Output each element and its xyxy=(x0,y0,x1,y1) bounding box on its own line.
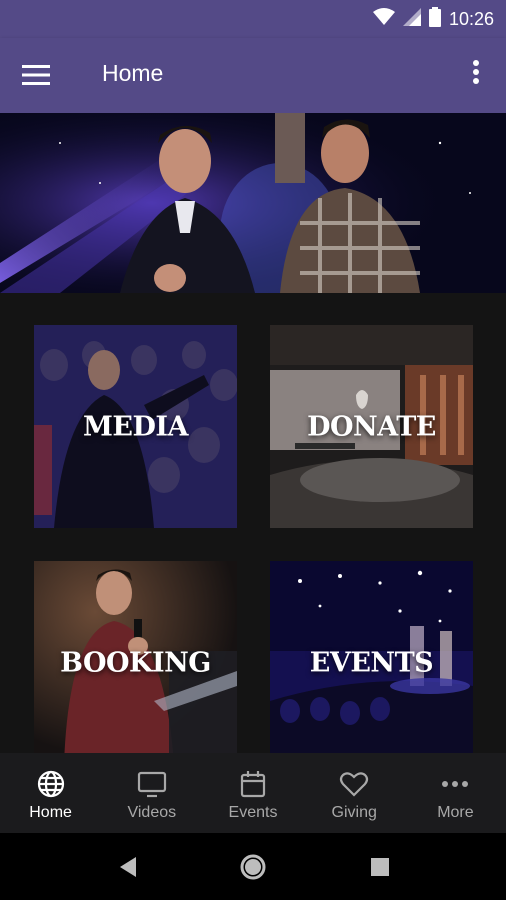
nav-item-giving[interactable]: Giving xyxy=(304,753,405,833)
tile-grid: MEDIA DONATE BOOKING EVENTS xyxy=(0,293,506,753)
media-tile[interactable]: MEDIA xyxy=(34,325,237,528)
app-bar: Home xyxy=(0,38,506,113)
more-dots-icon xyxy=(439,768,471,800)
status-time: 10:26 xyxy=(448,8,494,29)
wifi-icon xyxy=(372,8,395,30)
donate-tile[interactable]: DONATE xyxy=(270,325,473,528)
overflow-menu-icon[interactable] xyxy=(464,58,488,92)
calendar-icon xyxy=(237,768,269,800)
nav-item-more[interactable]: More xyxy=(405,753,506,833)
tv-icon xyxy=(136,768,168,800)
nav-label-events: Events xyxy=(228,804,278,821)
bottom-navigation: Home Videos Events Giving More xyxy=(0,753,506,833)
booking-tile-label: BOOKING xyxy=(60,647,211,678)
battery-icon xyxy=(428,7,441,31)
home-circle-icon[interactable] xyxy=(237,851,269,883)
nav-item-videos[interactable]: Videos xyxy=(101,753,202,833)
nav-label-giving: Giving xyxy=(331,804,377,821)
hero-banner xyxy=(0,113,506,293)
cellular-signal-icon xyxy=(402,8,421,30)
recents-icon[interactable] xyxy=(364,851,396,883)
donate-tile-label: DONATE xyxy=(307,411,436,442)
nav-item-events[interactable]: Events xyxy=(202,753,303,833)
booking-tile[interactable]: BOOKING xyxy=(34,561,237,753)
nav-item-home[interactable]: Home xyxy=(0,753,101,833)
back-icon[interactable] xyxy=(112,851,144,883)
system-navigation-bar xyxy=(0,833,506,900)
media-tile-label: MEDIA xyxy=(83,411,188,442)
hamburger-menu-icon[interactable] xyxy=(22,60,58,92)
nav-label-videos: Videos xyxy=(127,804,177,821)
nav-label-more: More xyxy=(437,804,474,821)
events-tile[interactable]: EVENTS xyxy=(270,561,473,753)
status-bar: 10:26 xyxy=(0,0,506,38)
nav-label-home: Home xyxy=(29,804,72,821)
page-title: Home xyxy=(102,60,164,86)
globe-icon xyxy=(35,768,67,800)
heart-icon xyxy=(338,768,370,800)
events-tile-label: EVENTS xyxy=(309,647,434,678)
